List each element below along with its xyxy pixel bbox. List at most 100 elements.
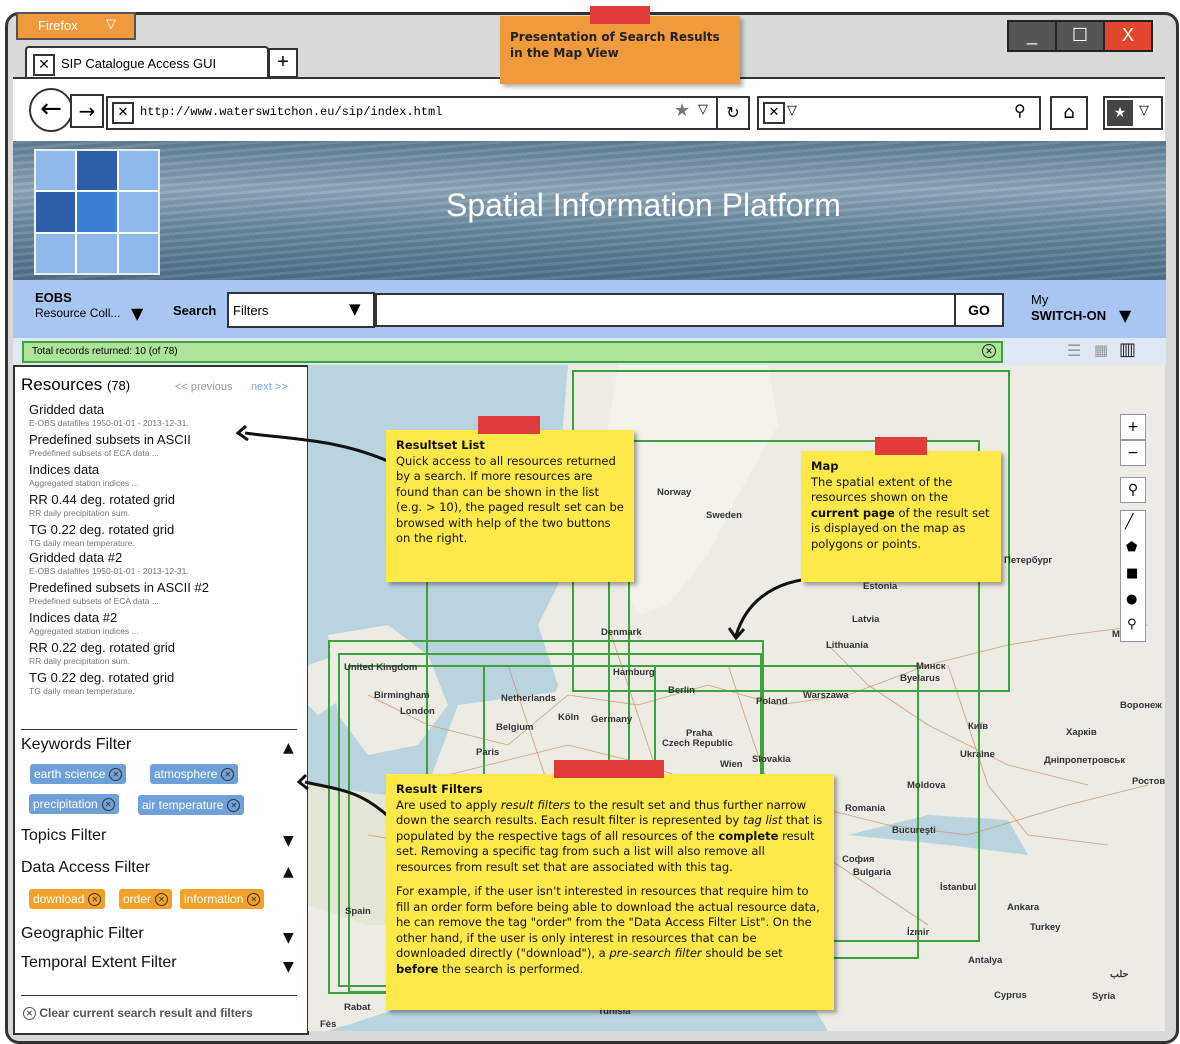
zoom-in-button[interactable]: + [1120, 414, 1146, 440]
draw-rectangle-icon[interactable]: ■ [1126, 566, 1138, 581]
map-label: İzmir [907, 927, 930, 938]
list-item[interactable]: Gridded data #2 E-OBS datafiles 1950-01-0… [29, 550, 299, 576]
expand-icon[interactable]: ▼ [283, 959, 294, 975]
chevron-down-icon[interactable]: ▼ [1119, 306, 1131, 325]
map-label: Воронеж [1120, 700, 1162, 711]
list-item[interactable]: TG 0.22 deg. rotated grid TG daily mean t… [29, 522, 299, 548]
access-tag: order ✕ [119, 889, 173, 909]
expand-icon[interactable]: ▼ [283, 930, 294, 946]
new-tab-button[interactable]: + [268, 48, 298, 78]
clear-filters-link[interactable]: ✕ Clear current search result and filter… [23, 1006, 253, 1021]
tape [875, 437, 927, 455]
list-item[interactable]: RR 0.44 deg. rotated grid RR daily precip… [29, 492, 299, 518]
previous-page-link[interactable]: << previous [175, 381, 232, 393]
forward-button[interactable]: → [70, 94, 104, 128]
geographic-filter-heading[interactable]: Geographic Filter [21, 925, 144, 943]
home-button[interactable]: ⌂ [1050, 96, 1088, 130]
chevron-down-icon[interactable]: ▽ [787, 103, 797, 118]
resource-title: Predefined subsets in ASCII #2 [29, 580, 209, 595]
map-label: Denmark [601, 627, 642, 638]
collapse-icon[interactable]: ▲ [283, 740, 294, 756]
grid-view-icon[interactable]: ▦ [1094, 341, 1108, 359]
resource-subtitle: E-OBS datafiles 1950-01-01 - 2013-12-31. [29, 566, 189, 576]
draw-toolbar: ╱ ⬟ ■ ● ⚲ [1120, 510, 1146, 642]
clear-icon[interactable]: ✕ [982, 344, 996, 358]
tape [590, 6, 650, 24]
close-button[interactable]: X [1103, 20, 1153, 52]
remove-tag-icon[interactable]: ✕ [247, 893, 261, 907]
keywords-filter-heading[interactable]: Keywords Filter [21, 736, 131, 754]
reload-icon[interactable]: ↻ [716, 98, 748, 128]
back-button[interactable]: ← [29, 88, 73, 132]
bookmarks-button[interactable]: ★ ▽ [1103, 96, 1163, 130]
maximize-button[interactable]: ☐ [1055, 20, 1105, 52]
keyword-tag: air temperature ✕ [138, 795, 245, 815]
list-item[interactable]: Predefined subsets in ASCII #2 Predefined… [29, 580, 299, 606]
topics-filter-heading[interactable]: Topics Filter [21, 827, 106, 845]
list-item[interactable]: TG 0.22 deg. rotated grid TG daily mean t… [29, 670, 299, 696]
list-item[interactable]: Indices data Aggregated station indices .… [29, 462, 299, 488]
map-label: Sweden [706, 510, 742, 521]
remove-tag-icon[interactable]: ✕ [109, 768, 123, 782]
collapse-icon[interactable]: ▲ [283, 864, 294, 880]
search-label: Search [173, 303, 217, 318]
map-label: Lithuania [826, 640, 869, 651]
go-button[interactable]: GO [954, 293, 1004, 327]
map-label: Wien [720, 759, 743, 770]
draw-circle-icon[interactable]: ● [1126, 592, 1137, 607]
next-page-link[interactable]: next >> [251, 381, 288, 393]
browser-search-bar[interactable]: ✕ ▽ ⚲ [757, 96, 1041, 130]
access-tag: download ✕ [29, 889, 106, 909]
resource-title: Gridded data #2 [29, 550, 123, 565]
draw-polygon-icon[interactable]: ⬟ [1126, 540, 1137, 555]
map-label: Hamburg [613, 667, 655, 678]
remove-tag-icon[interactable]: ✕ [227, 799, 241, 813]
list-item[interactable]: Predefined subsets in ASCII Predefined su… [29, 432, 299, 458]
search-input[interactable] [375, 293, 957, 327]
firefox-menu-button[interactable]: Firefox ▽ [16, 12, 136, 40]
zoom-out-button[interactable]: − [1120, 440, 1146, 466]
keyword-tag: earth science ✕ [30, 764, 127, 784]
filters-dropdown[interactable]: Filters ▼ [227, 292, 375, 328]
tag-label: air temperature [142, 798, 224, 812]
url-bar[interactable]: ✕ http://www.waterswitchon.eu/sip/index.… [106, 96, 750, 130]
remove-tag-icon[interactable]: ✕ [101, 798, 115, 812]
resources-title: Resources [21, 375, 103, 394]
note-title: Resultset List [396, 438, 485, 452]
remove-tag-icon[interactable]: ✕ [221, 768, 235, 782]
list-item[interactable]: Gridded data E-OBS datafiles 1950-01-01 -… [29, 402, 299, 428]
resource-subtitle: Aggregated station indices ... [29, 626, 139, 636]
records-text: Total records returned: 10 (of 78) [32, 346, 178, 357]
expand-icon[interactable]: ▼ [283, 833, 294, 849]
chevron-down-icon[interactable]: ▼ [131, 304, 143, 323]
search-icon[interactable]: ⚲ [1014, 101, 1026, 120]
map-label: Berlin [668, 685, 695, 696]
draw-marker-icon[interactable]: ⚲ [1127, 617, 1137, 632]
collection-dropdown[interactable]: Resource Coll... [35, 306, 120, 320]
remove-tag-icon[interactable]: ✕ [88, 893, 102, 907]
chevron-down-icon[interactable]: ▽ [698, 102, 708, 117]
map-label: Bucureşti [892, 825, 936, 836]
temporal-filter-heading[interactable]: Temporal Extent Filter [21, 954, 177, 972]
zoom-search-icon[interactable]: ⚲ [1120, 477, 1146, 503]
records-status-bar: Total records returned: 10 (of 78) ✕ [22, 341, 1003, 363]
list-view-icon[interactable]: ☰ [1067, 341, 1081, 360]
list-item[interactable]: RR 0.22 deg. rotated grid RR daily precip… [29, 640, 299, 666]
map-label: Moldova [907, 780, 946, 791]
browser-tab[interactable]: ✕ SIP Catalogue Access GUI [25, 46, 269, 80]
remove-tag-icon[interactable]: ✕ [155, 893, 169, 907]
url-text: http://www.waterswitchon.eu/sip/index.ht… [140, 105, 443, 119]
collection-label-top: EOBS [35, 290, 72, 305]
my-switch-on-menu[interactable]: SWITCH-ON [1031, 308, 1106, 323]
map-label: Romania [845, 803, 886, 814]
draw-line-icon[interactable]: ╱ [1125, 514, 1133, 530]
bookmark-star-icon[interactable]: ★ [674, 100, 690, 121]
minimize-button[interactable]: _ [1007, 20, 1057, 52]
map-view-icon[interactable]: ▥ [1119, 339, 1136, 360]
map-label: Syria [1092, 991, 1116, 1002]
map-label: Fès [320, 1019, 337, 1030]
map-label: Latvia [852, 614, 880, 625]
list-item[interactable]: Indices data #2 Aggregated station indice… [29, 610, 299, 636]
filters-label: Filters [233, 303, 269, 318]
data-access-filter-heading[interactable]: Data Access Filter [21, 859, 150, 877]
